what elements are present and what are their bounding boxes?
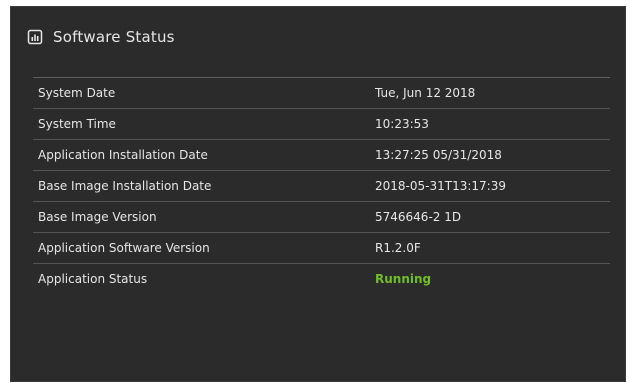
report-chart-icon	[27, 29, 43, 45]
table-row: System Date Tue, Jun 12 2018	[33, 77, 610, 108]
row-value-base-image-install-date: 2018-05-31T13:17:39	[375, 179, 506, 193]
panel-title: Software Status	[53, 28, 175, 46]
row-value-app-software-version: R1.2.0F	[375, 241, 421, 255]
table-row: System Time 10:23:53	[33, 108, 610, 139]
row-label-system-date: System Date	[38, 86, 116, 100]
row-label-base-image-install-date: Base Image Installation Date	[38, 179, 212, 193]
row-value-system-date: Tue, Jun 12 2018	[375, 86, 476, 100]
application-status-badge: Running	[375, 272, 432, 286]
panel-header: Software Status	[11, 7, 625, 67]
row-label-system-time: System Time	[38, 117, 116, 131]
row-label-app-install-date: Application Installation Date	[38, 148, 208, 162]
row-label-base-image-version: Base Image Version	[38, 210, 157, 224]
row-value-app-install-date: 13:27:25 05/31/2018	[375, 148, 502, 162]
row-value-system-time: 10:23:53	[375, 117, 429, 131]
table-row: Application Status Running	[33, 263, 610, 294]
table-row: Base Image Version 5746646-2 1D	[33, 201, 610, 232]
table-row: Base Image Installation Date 2018-05-31T…	[33, 170, 610, 201]
status-table: System Date Tue, Jun 12 2018 System Time…	[33, 77, 610, 294]
row-value-base-image-version: 5746646-2 1D	[375, 210, 462, 224]
table-row: Application Installation Date 13:27:25 0…	[33, 139, 610, 170]
row-label-app-status: Application Status	[38, 272, 148, 286]
row-label-app-software-version: Application Software Version	[38, 241, 210, 255]
table-row: Application Software Version R1.2.0F	[33, 232, 610, 263]
software-status-panel: Software Status System Date Tue, Jun 12 …	[10, 6, 626, 382]
